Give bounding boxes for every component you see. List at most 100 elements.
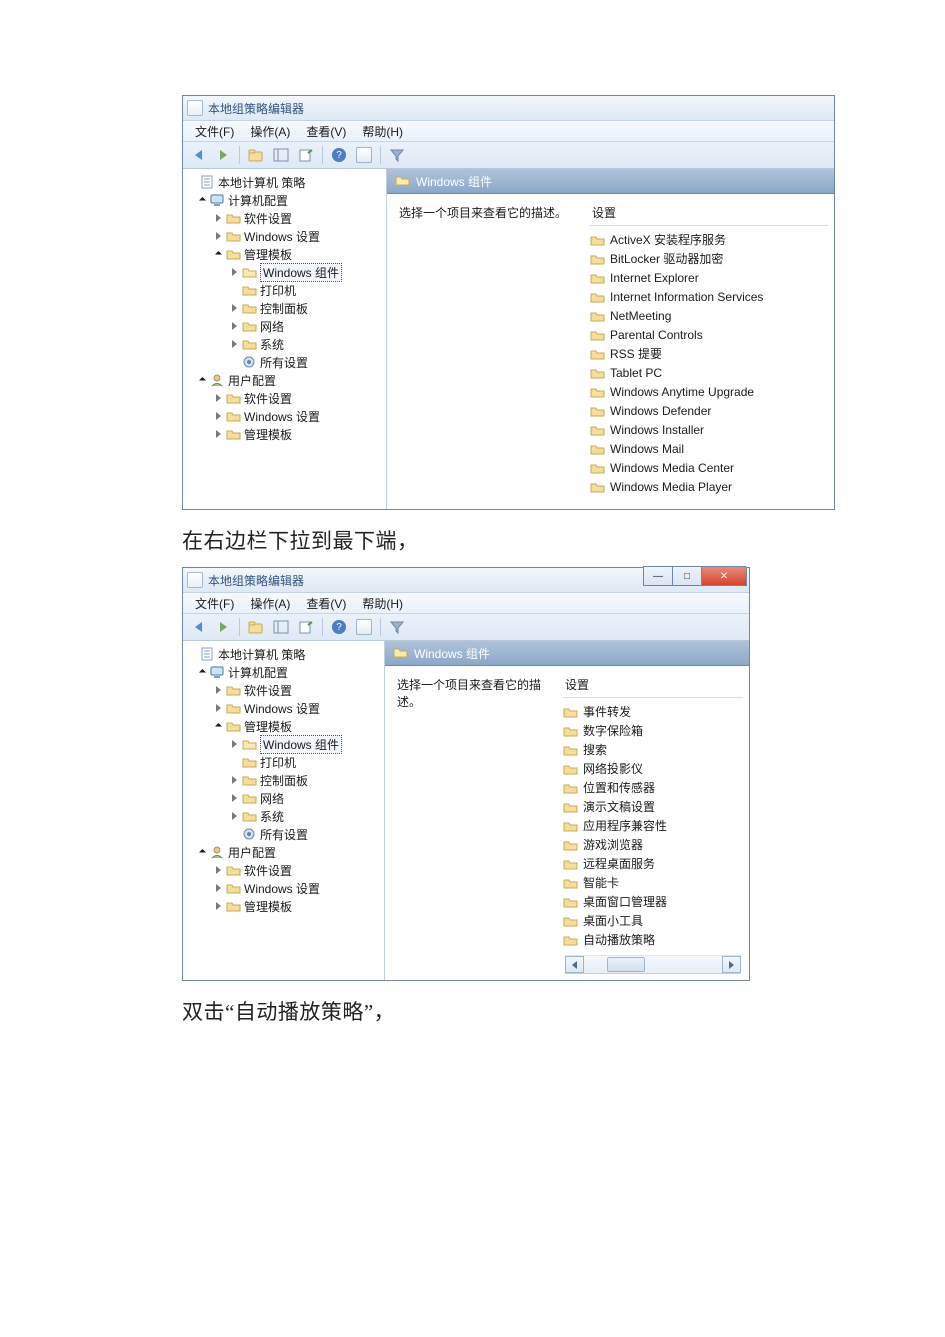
collapse-icon[interactable] (197, 667, 207, 677)
expand-icon[interactable] (229, 811, 239, 821)
export-button[interactable] (295, 616, 317, 638)
menu-file[interactable]: 文件(F) (189, 121, 240, 142)
expand-icon[interactable] (213, 901, 223, 911)
collapse-icon[interactable] (197, 847, 207, 857)
tree-windows-settings[interactable]: Windows 设置 (185, 699, 382, 717)
tree-printers[interactable]: 打印机 (185, 753, 382, 771)
tree-root[interactable]: 本地计算机 策略 (185, 173, 384, 191)
tree-user-software-settings[interactable]: 软件设置 (185, 861, 382, 879)
expand-icon[interactable] (213, 213, 223, 223)
expand-icon[interactable] (229, 775, 239, 785)
scroll-right-button[interactable] (722, 956, 741, 973)
list-item[interactable]: Windows Media Player (590, 477, 828, 496)
back-button[interactable] (187, 144, 209, 166)
column-header-settings[interactable]: 设置 (563, 676, 743, 698)
list-item[interactable]: Windows Defender (590, 401, 828, 420)
tree-pane[interactable]: 本地计算机 策略 计算机配置 软件设置 Windows 设置 管理模板 (183, 641, 385, 980)
tree-all-settings[interactable]: 所有设置 (185, 353, 384, 371)
expand-icon[interactable] (213, 703, 223, 713)
tree-control-panel[interactable]: 控制面板 (185, 299, 384, 317)
help-button[interactable]: ? (328, 144, 350, 166)
list-item[interactable]: 桌面窗口管理器 (563, 892, 743, 911)
menu-view[interactable]: 查看(V) (300, 593, 352, 614)
list-item[interactable]: 演示文稿设置 (563, 797, 743, 816)
list-item[interactable]: 应用程序兼容性 (563, 816, 743, 835)
list-item[interactable]: ActiveX 安装程序服务 (590, 230, 828, 249)
menu-file[interactable]: 文件(F) (189, 593, 240, 614)
settings-list[interactable]: 设置 事件转发 数字保险箱 搜索 网络投影仪 位置和传感器 演示文稿设置 应用程… (563, 676, 743, 976)
scroll-left-button[interactable] (565, 956, 584, 973)
menu-help[interactable]: 帮助(H) (356, 121, 409, 142)
collapse-icon[interactable] (213, 721, 223, 731)
scrollbar-thumb[interactable] (607, 957, 645, 972)
menu-help[interactable]: 帮助(H) (356, 593, 409, 614)
help-button[interactable]: ? (328, 616, 350, 638)
properties-button[interactable] (353, 616, 375, 638)
tree-root[interactable]: 本地计算机 策略 (185, 645, 382, 663)
tree-computer-config[interactable]: 计算机配置 (185, 191, 384, 209)
list-item[interactable]: Windows Anytime Upgrade (590, 382, 828, 401)
list-item[interactable]: 数字保险箱 (563, 721, 743, 740)
tree-user-admin-templates[interactable]: 管理模板 (185, 425, 384, 443)
list-item[interactable]: Windows Installer (590, 420, 828, 439)
list-item[interactable]: 游戏浏览器 (563, 835, 743, 854)
menu-action[interactable]: 操作(A) (244, 121, 296, 142)
tree-printers[interactable]: 打印机 (185, 281, 384, 299)
tree-network[interactable]: 网络 (185, 789, 382, 807)
tree-user-config[interactable]: 用户配置 (185, 843, 382, 861)
expand-icon[interactable] (213, 685, 223, 695)
expand-icon[interactable] (213, 411, 223, 421)
tree-all-settings[interactable]: 所有设置 (185, 825, 382, 843)
tree-user-admin-templates[interactable]: 管理模板 (185, 897, 382, 915)
minimize-button[interactable]: — (643, 566, 673, 586)
tree-windows-components[interactable]: Windows 组件 (185, 735, 382, 753)
list-item[interactable]: Tablet PC (590, 363, 828, 382)
tree-admin-templates[interactable]: 管理模板 (185, 717, 382, 735)
tree-admin-templates[interactable]: 管理模板 (185, 245, 384, 263)
tree-user-windows-settings[interactable]: Windows 设置 (185, 879, 382, 897)
collapse-icon[interactable] (197, 195, 207, 205)
list-item[interactable]: 自动播放策略 (563, 930, 743, 949)
tree-software-settings[interactable]: 软件设置 (185, 209, 384, 227)
expand-icon[interactable] (229, 739, 239, 749)
tree-windows-components[interactable]: Windows 组件 (185, 263, 384, 281)
list-item[interactable]: Parental Controls (590, 325, 828, 344)
tree-user-config[interactable]: 用户配置 (185, 371, 384, 389)
back-button[interactable] (187, 616, 209, 638)
expand-icon[interactable] (229, 267, 239, 277)
expand-icon[interactable] (229, 339, 239, 349)
expand-icon[interactable] (229, 303, 239, 313)
collapse-icon[interactable] (213, 249, 223, 259)
list-item[interactable]: 智能卡 (563, 873, 743, 892)
forward-button[interactable] (212, 616, 234, 638)
list-item[interactable]: 远程桌面服务 (563, 854, 743, 873)
expand-icon[interactable] (213, 429, 223, 439)
maximize-button[interactable]: □ (672, 566, 702, 586)
export-button[interactable] (295, 144, 317, 166)
expand-icon[interactable] (213, 883, 223, 893)
tree-pane[interactable]: 本地计算机 策略 计算机配置 软件设置 Windows 设置 管理模板 (183, 169, 387, 509)
list-item[interactable]: 网络投影仪 (563, 759, 743, 778)
tree-control-panel[interactable]: 控制面板 (185, 771, 382, 789)
list-item[interactable]: NetMeeting (590, 306, 828, 325)
list-item[interactable]: Internet Explorer (590, 268, 828, 287)
expand-icon[interactable] (213, 393, 223, 403)
tree-system[interactable]: 系统 (185, 807, 382, 825)
horizontal-scrollbar[interactable] (565, 955, 741, 974)
tree-user-software-settings[interactable]: 软件设置 (185, 389, 384, 407)
list-item[interactable]: 位置和传感器 (563, 778, 743, 797)
expand-icon[interactable] (229, 793, 239, 803)
column-header-settings[interactable]: 设置 (590, 204, 828, 226)
properties-button[interactable] (353, 144, 375, 166)
menu-view[interactable]: 查看(V) (300, 121, 352, 142)
titlebar[interactable]: 本地组策略编辑器 (183, 96, 834, 121)
menu-action[interactable]: 操作(A) (244, 593, 296, 614)
tree-button[interactable] (270, 144, 292, 166)
scrollbar-track[interactable] (583, 956, 723, 973)
list-item[interactable]: Windows Mail (590, 439, 828, 458)
tree-system[interactable]: 系统 (185, 335, 384, 353)
filter-button[interactable] (386, 144, 408, 166)
list-item[interactable]: Internet Information Services (590, 287, 828, 306)
list-item[interactable]: 搜索 (563, 740, 743, 759)
expand-icon[interactable] (229, 321, 239, 331)
